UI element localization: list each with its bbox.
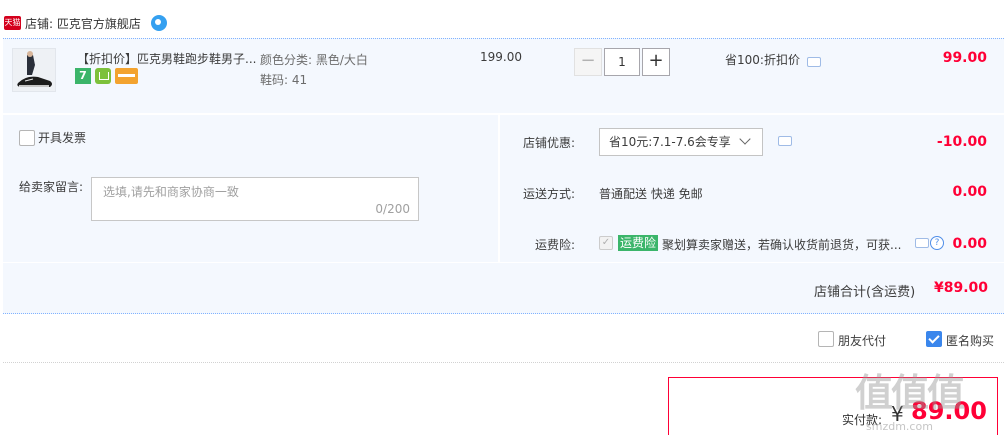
shop-name[interactable]: 店铺: 匹克官方旗舰店 (25, 15, 141, 32)
shipping-method-value: 普通配送 快递 免邮 (599, 187, 703, 201)
discount-info: 省100:折扣价 (725, 53, 800, 67)
item-total-price: 99.00 (942, 50, 987, 66)
shipping-method-label: 运送方式: (523, 187, 576, 201)
product-title-link[interactable]: 【折扣价】匹克男鞋跑步鞋男子... (77, 50, 257, 67)
shipping-insurance-description: 聚划算卖家赠送，若确认收货前退货，可获... (662, 238, 902, 252)
unit-price: 199.00 (480, 50, 522, 64)
shop-promo-label: 店铺优惠: (523, 136, 576, 150)
payment-amount: 89.00 (911, 397, 987, 425)
promo-chat-icon[interactable] (778, 136, 792, 146)
seller-message-placeholder: 选填,请先和商家协商一致 (103, 185, 239, 199)
friend-pay-checkbox[interactable] (818, 331, 834, 347)
shop-promo-amount: -10.00 (936, 134, 987, 150)
shop-promo-select[interactable]: 省10元:7.1-7.6会专享 (599, 128, 763, 156)
product-thumbnail[interactable] (12, 48, 56, 92)
shipping-insurance-amount: 0.00 (952, 236, 987, 252)
shipping-insurance-tag: 运费险 (618, 235, 659, 251)
insurance-chat-icon[interactable] (915, 238, 929, 248)
quantity-input[interactable]: 1 (604, 48, 640, 76)
card-icon[interactable] (115, 68, 138, 84)
green-guarantee-icon[interactable] (95, 68, 111, 84)
payment-label: 实付款: (842, 413, 883, 427)
anonymous-purchase-checkbox[interactable] (926, 331, 942, 347)
divider (3, 362, 1004, 363)
friend-pay-label[interactable]: 朋友代付 (838, 332, 886, 349)
help-icon[interactable]: ? (930, 236, 944, 250)
anonymous-purchase-label[interactable]: 匿名购买 (946, 332, 994, 349)
sku-size: 鞋码: 41 (260, 73, 308, 87)
sku-color: 颜色分类: 黑色/大白 (260, 53, 368, 67)
7-day-return-icon[interactable]: 7 (75, 68, 91, 84)
discount-info-chat-icon[interactable] (807, 57, 821, 67)
invoice-checkbox[interactable] (19, 130, 35, 146)
seller-message-counter: 0/200 (375, 202, 410, 216)
seller-message-label: 给卖家留言: (19, 180, 84, 194)
quantity-decrease-button[interactable]: − (574, 48, 602, 76)
payment-currency: ¥ (891, 402, 904, 426)
shop-total-amount: ¥89.00 (933, 280, 988, 296)
shipping-amount: 0.00 (952, 184, 987, 200)
shipping-insurance-label: 运费险: (535, 238, 576, 252)
wangwang-chat-icon[interactable] (151, 15, 167, 31)
shop-total-label: 店铺合计(含运费) (814, 285, 916, 300)
shipping-insurance-checkbox: ✓ (599, 236, 613, 250)
tmall-badge: 天猫 (4, 16, 21, 30)
quantity-increase-button[interactable]: + (642, 48, 670, 76)
invoice-label[interactable]: 开具发票 (38, 129, 86, 146)
